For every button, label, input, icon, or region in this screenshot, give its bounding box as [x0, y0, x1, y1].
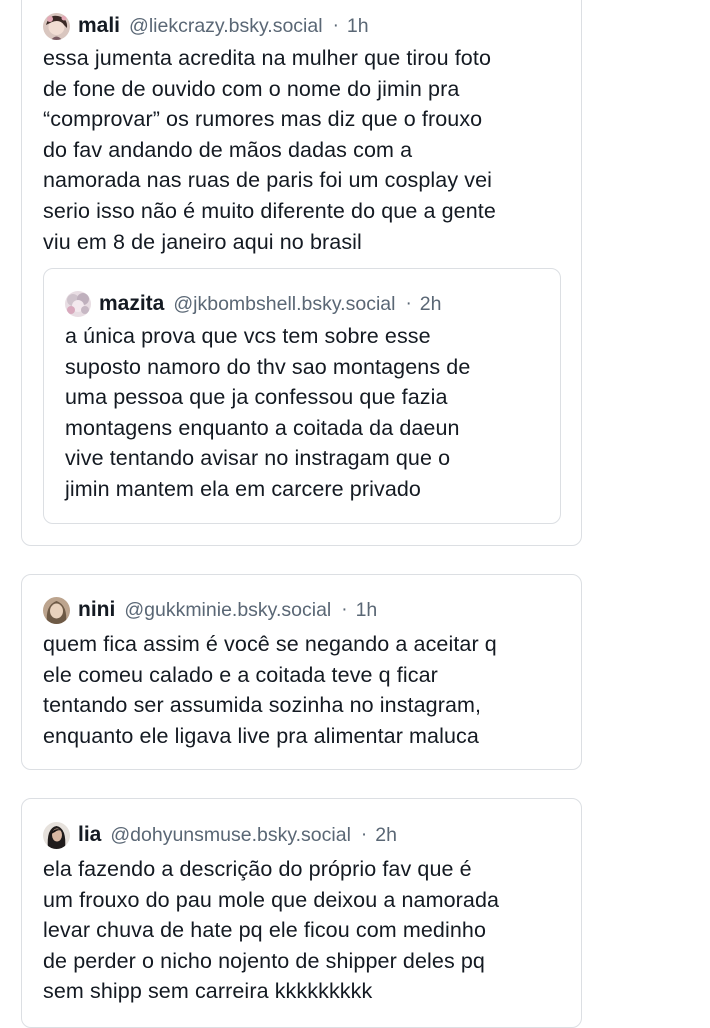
avatar-image	[43, 596, 70, 624]
avatar[interactable]	[43, 821, 70, 849]
separator-dot: ·	[360, 824, 368, 845]
avatar[interactable]	[43, 12, 70, 40]
separator-dot: ·	[332, 15, 339, 36]
post-text: essa jumenta acredita na mulher que tiro…	[43, 46, 496, 254]
author-name[interactable]: lia	[78, 823, 101, 847]
post-timestamp[interactable]: 1h	[347, 15, 369, 38]
author-name[interactable]: nini	[78, 598, 115, 622]
post-card[interactable]: nini @gukkminie.bsky.social · 1h quem fi…	[21, 574, 582, 770]
post-text: quem fica assim é você se negando a acei…	[43, 632, 497, 748]
author-handle[interactable]: @dohyunsmuse.bsky.social	[110, 824, 351, 847]
post-card[interactable]: mali @liekcrazy.bsky.social · 1h essa ju…	[21, 0, 582, 546]
post-header: nini @gukkminie.bsky.social · 1h	[43, 595, 377, 625]
post-timestamp[interactable]: 2h	[420, 293, 442, 316]
quoted-post-text: a única prova que vcs tem sobre esse sup…	[65, 324, 471, 501]
quoted-post-header: mazita @jkbombshell.bsky.social · 2h	[65, 289, 442, 319]
author-handle[interactable]: @gukkminie.bsky.social	[124, 599, 331, 622]
post-text: ela fazendo a descrição do próprio fav q…	[43, 857, 500, 1004]
post-card[interactable]: lia @dohyunsmuse.bsky.social · 2h ela fa…	[21, 798, 582, 1028]
post-header: lia @dohyunsmuse.bsky.social · 2h	[43, 820, 397, 850]
post-timestamp[interactable]: 2h	[375, 824, 397, 847]
separator-dot: ·	[341, 599, 348, 620]
author-handle[interactable]: @jkbombshell.bsky.social	[173, 293, 395, 316]
avatar[interactable]	[65, 291, 91, 317]
separator-dot: ·	[405, 293, 412, 314]
author-name[interactable]: mazita	[99, 292, 164, 316]
quoted-post[interactable]: mazita @jkbombshell.bsky.social · 2h a ú…	[43, 268, 561, 524]
avatar-image	[65, 291, 91, 317]
post-timestamp[interactable]: 1h	[356, 599, 378, 622]
avatar-image	[43, 12, 70, 40]
avatar[interactable]	[43, 596, 70, 624]
author-name[interactable]: mali	[78, 14, 120, 38]
author-handle[interactable]: @liekcrazy.bsky.social	[129, 15, 323, 38]
post-header: mali @liekcrazy.bsky.social · 1h	[43, 11, 369, 41]
avatar-image	[43, 821, 70, 849]
